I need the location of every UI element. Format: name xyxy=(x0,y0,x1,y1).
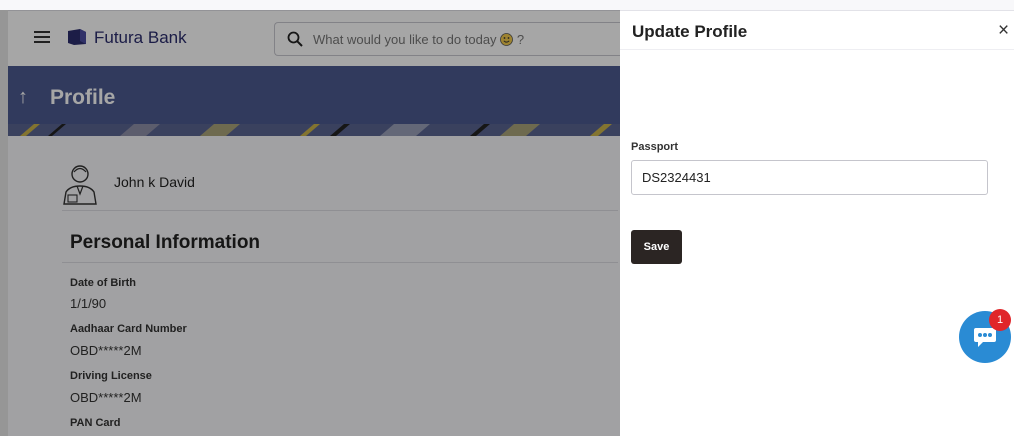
update-profile-panel: Update Profile × Passport Save xyxy=(620,10,1014,436)
chat-button[interactable]: 1 xyxy=(959,309,1011,363)
save-button[interactable]: Save xyxy=(631,230,682,264)
panel-divider xyxy=(620,49,1014,50)
passport-label: Passport xyxy=(631,141,679,153)
notification-badge: 1 xyxy=(989,309,1011,331)
modal-overlay[interactable] xyxy=(0,10,620,436)
panel-title: Update Profile xyxy=(632,22,748,41)
close-icon[interactable]: × xyxy=(998,20,1009,42)
passport-input[interactable] xyxy=(631,160,988,195)
